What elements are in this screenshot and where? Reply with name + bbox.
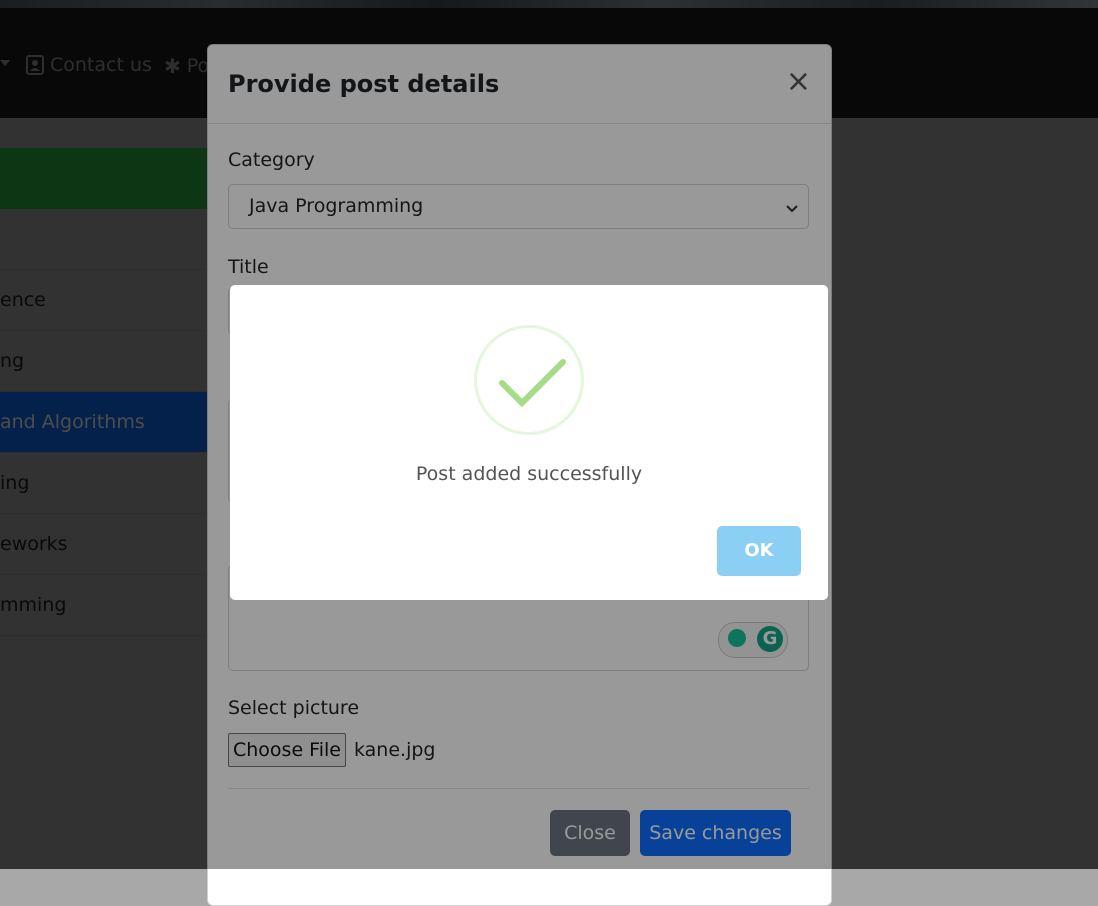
success-alert: Post added successfully OK [230,285,828,600]
alert-message: Post added successfully [415,463,643,485]
success-check-icon [474,325,584,435]
ok-button[interactable]: OK [717,526,801,576]
